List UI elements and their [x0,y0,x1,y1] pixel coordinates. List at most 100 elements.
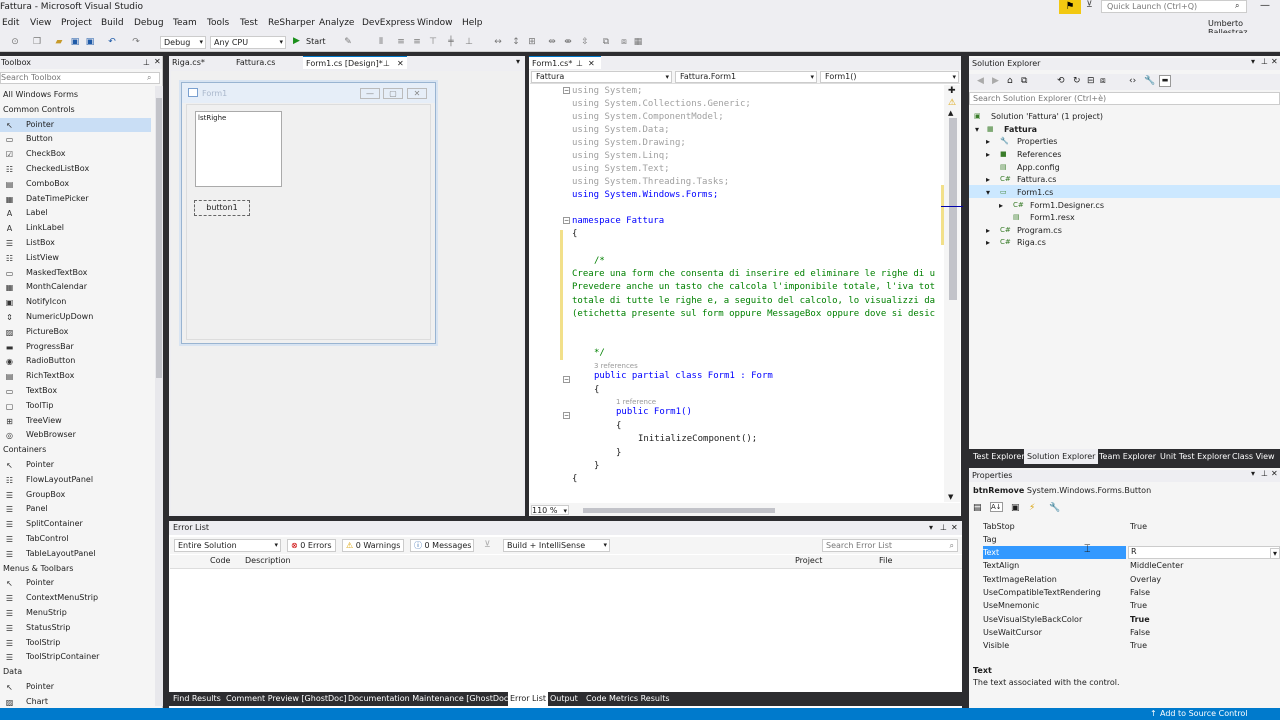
property-row[interactable]: Visible True [983,639,1280,652]
sync-icon[interactable]: ↻ [1073,76,1081,86]
menu-window[interactable]: Window [417,18,453,28]
chevron-right-icon[interactable]: ▸ [986,173,990,186]
menu-help[interactable]: Help [462,18,483,28]
pin-icon[interactable]: ⊥ [383,57,390,70]
switch-views-icon[interactable]: ⧉ [1021,76,1027,86]
toolbox-item[interactable]: ☰ ToolStrip [0,636,151,650]
chevron-right-icon[interactable]: ▸ [986,148,990,161]
toolbox-item[interactable]: ☷ ListView [0,251,151,265]
undo-icon[interactable]: ↶ [107,37,117,47]
home-icon[interactable]: ⌂ [1007,76,1013,86]
alphabetical-icon[interactable]: A↓ [990,502,1003,512]
pin-icon[interactable]: ⊥ [1261,468,1268,480]
toolbox-item[interactable]: ☷ CheckedListBox [0,162,151,176]
warnings-filter-button[interactable]: ⚠ 0 Warnings [342,539,404,552]
tab-documentation-maintenance[interactable]: Documentation Maintenance [GhostDoc] [348,692,511,706]
menu-analyze[interactable]: Analyze [319,18,354,28]
toolbox-item[interactable]: ▢ ToolTip [0,399,151,413]
toolbox-item[interactable]: A Label [0,206,151,220]
toolbox-item[interactable]: ☰ ListBox [0,236,151,250]
tab-comment-preview[interactable]: Comment Preview [GhostDoc] [226,692,347,706]
preview-icon[interactable]: ▬ [1159,75,1171,87]
toolbox-scroll-thumb[interactable] [156,98,162,378]
split-editor-icon[interactable]: ✚ [948,86,956,96]
make-same-height-icon[interactable]: ↕ [511,37,521,47]
tab-solution-explorer[interactable]: Solution Explorer [1024,449,1099,464]
toolbox-group-header[interactable]: Data [3,665,22,679]
chevron-down-icon[interactable]: ▾ [929,521,933,535]
toolbox-item[interactable]: ▭ TextBox [0,384,151,398]
make-same-size-icon[interactable]: ⊞ [527,37,537,47]
chevron-right-icon[interactable]: ▸ [999,199,1003,212]
categorized-icon[interactable]: ▤ [973,503,982,513]
tab-form1-design[interactable]: Form1.cs [Design]* ⊥ ✕ [303,56,407,69]
align-right-icon[interactable]: ≡ [412,37,422,47]
property-row[interactable]: UseMnemonic True [983,599,1280,612]
property-value[interactable]: False [1130,626,1150,639]
spacing-icon[interactable]: ⇹ [547,37,557,47]
property-row[interactable]: TextImageRelation Overlay [983,573,1280,586]
make-same-width-icon[interactable]: ↔ [493,37,503,47]
back-icon[interactable]: ◀ [977,76,984,86]
properties-icon[interactable]: 🔧 [1144,76,1155,86]
forward-icon[interactable]: ⊙ [10,37,20,47]
properties-view-icon[interactable]: ▣ [1011,503,1020,513]
toolbox-group-header[interactable]: Containers [3,443,46,457]
save-all-icon[interactable]: ▣ [85,37,95,47]
bring-front-icon[interactable]: ⧉ [601,37,611,47]
properties-object[interactable]: btnRemove System.Windows.Forms.Button [973,486,1151,495]
codelens-references[interactable]: 3 references [594,362,638,370]
property-row[interactable]: TabStop True [983,520,1280,533]
toolbox-item[interactable]: ☷ FlowLayoutPanel [0,473,151,487]
start-icon[interactable]: ▶ [293,36,300,46]
open-icon[interactable]: ▰ [54,37,64,47]
property-row[interactable]: UseWaitCursor False [983,626,1280,639]
property-row[interactable]: UseCompatibleTextRendering False [983,586,1280,599]
chevron-down-icon[interactable]: ▾ [975,123,979,136]
collapse-icon[interactable]: − [563,217,570,224]
toolbox-item[interactable]: ☰ ToolStripContainer [0,650,151,664]
toolbox-item[interactable]: ◉ RadioButton [0,354,151,368]
property-row[interactable]: UseVisualStyleBackColor True [983,613,1280,626]
tab-test-explorer[interactable]: Test Explorer [970,449,1028,464]
form-minimize-button[interactable]: — [360,88,380,99]
col-code[interactable]: Code [210,556,230,565]
tree-item[interactable]: References [1017,148,1061,161]
platform-select[interactable]: Any CPU ▾ [210,36,286,49]
pin-icon[interactable]: ⊥ [940,521,947,535]
property-value[interactable]: True [1130,520,1147,533]
close-icon[interactable]: ✕ [1271,468,1278,480]
tab-unit-test-explorer[interactable]: Unit Test Explorer [1157,449,1233,464]
tab-error-list[interactable]: Error List [508,692,549,706]
toolbox-item[interactable]: ↖ Pointer [0,117,151,132]
notification-flag-icon[interactable]: ⚑ [1059,0,1081,14]
tab-code-metrics[interactable]: Code Metrics Results [586,692,670,706]
close-icon[interactable]: ✕ [397,57,404,70]
toolbox-item[interactable]: ▬ ProgressBar [0,340,151,354]
tab-form1-code-label[interactable]: Form1.cs* ⊥ ✕ [529,56,601,69]
menu-project[interactable]: Project [61,18,92,28]
toolbox-item[interactable]: ↖ Pointer [0,458,151,472]
property-value[interactable]: True [1130,599,1147,612]
show-all-files-icon[interactable]: ⧈ [1100,76,1106,86]
new-project-icon[interactable]: ❒ [32,37,42,47]
toolbox-item[interactable]: ↖ Pointer [0,680,151,694]
nav-member-select[interactable]: Form1() ▾ [820,71,959,83]
menu-resharper[interactable]: ReSharper [268,18,315,28]
close-icon[interactable]: ✕ [588,57,595,70]
minimize-button[interactable]: — [1260,0,1270,11]
toolbox-group-header[interactable]: Menus & Toolbars [3,562,73,576]
toolbox-item[interactable]: ☰ TabControl [0,532,151,546]
toolbox-item[interactable]: ▤ ComboBox [0,177,151,191]
collapse-icon[interactable]: − [563,87,570,94]
scope-select[interactable]: Entire Solution ▾ [174,539,281,552]
editor-scroll-thumb[interactable] [949,118,957,300]
search-icon[interactable]: ⌕ [950,540,954,551]
tab-output[interactable]: Output [550,692,578,706]
view-code-icon[interactable]: ‹› [1129,76,1136,86]
property-pages-icon[interactable]: 🔧 [1049,503,1060,513]
form-maximize-button[interactable]: ▢ [383,88,403,99]
tab-fattura[interactable]: Fattura.cs [233,56,299,69]
quick-launch-input[interactable]: Quick Launch (Ctrl+Q) [1101,0,1247,13]
toolbox-item[interactable]: ▭ MaskedTextBox [0,266,151,280]
